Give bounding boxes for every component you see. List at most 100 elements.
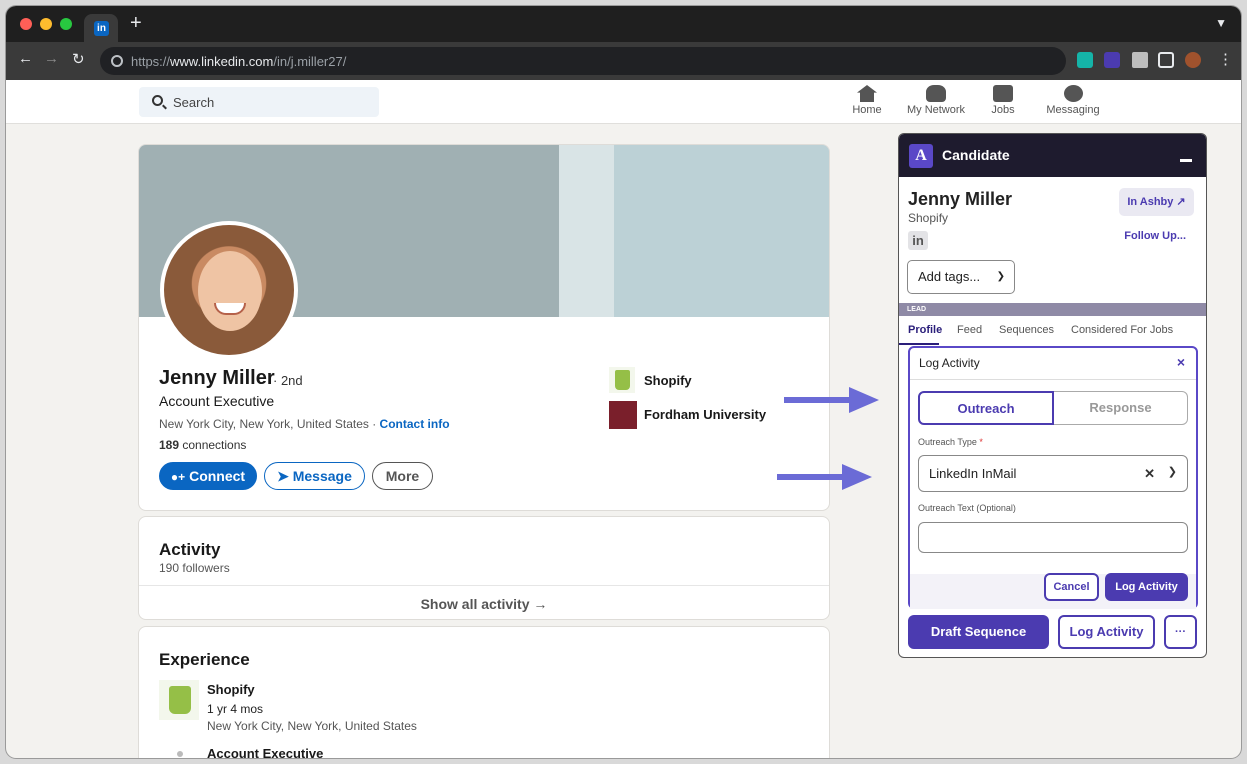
show-all-activity-link[interactable]: Show all activity →: [139, 596, 829, 612]
close-icon[interactable]: ×: [1177, 354, 1185, 370]
nav-home-label: Home: [852, 104, 882, 116]
linkedin-header: Search Home My Network Jobs Messaging: [6, 80, 1241, 124]
chevron-down-icon: ❯: [996, 271, 1005, 282]
minimize-window-button[interactable]: [40, 18, 52, 30]
tab-profile[interactable]: Profile: [908, 324, 942, 336]
timeline-dot: [177, 751, 183, 757]
connections-count[interactable]: 189 connections: [159, 438, 246, 452]
contact-info-link[interactable]: Contact info: [380, 417, 450, 431]
browser-window: in + ▼ ← → ↻ https://www.linkedin.com/in…: [6, 6, 1241, 758]
profile-avatar-icon[interactable]: [1185, 52, 1201, 68]
experience-card: Experience Shopify 1 yr 4 mos New York C…: [138, 626, 830, 758]
log-activity-title: Log Activity: [919, 356, 980, 370]
nav-my-network[interactable]: My Network: [903, 85, 969, 116]
ashby-panel-title: Candidate: [942, 147, 1010, 163]
in-ashby-button[interactable]: In Ashby ↗: [1119, 188, 1194, 216]
tab-sequences[interactable]: Sequences: [999, 324, 1054, 336]
linkedin-badge-icon[interactable]: in: [908, 231, 928, 250]
tab-considered-for-jobs[interactable]: Considered For Jobs: [1071, 324, 1173, 336]
profile-location: New York City, New York, United States ·…: [159, 417, 450, 431]
tab-search-chevron-icon[interactable]: ▼: [1215, 16, 1227, 30]
site-info-icon[interactable]: [111, 55, 123, 67]
extensions-puzzle-icon[interactable]: [1132, 52, 1148, 68]
log-activity-submit-button[interactable]: Log Activity: [1105, 573, 1188, 601]
segment-response[interactable]: Response: [1054, 391, 1188, 425]
connection-degree: · 2nd: [273, 373, 303, 388]
jobs-briefcase-icon: [993, 85, 1013, 102]
profile-card: Jenny Miller · 2nd Account Executive New…: [138, 144, 830, 511]
banner-shape: [614, 145, 829, 317]
candidate-name: Jenny Miller: [908, 189, 1013, 209]
experience-role: Account Executive: [207, 746, 324, 758]
experience-company[interactable]: Shopify: [207, 682, 255, 697]
required-mark: *: [979, 437, 983, 447]
annotation-arrow-head-icon: [842, 464, 872, 490]
close-window-button[interactable]: [20, 18, 32, 30]
shopify-logo-icon: [159, 680, 199, 720]
search-input[interactable]: Search: [139, 87, 379, 117]
candidate-company: Shopify: [908, 211, 949, 225]
messaging-icon: [1063, 85, 1083, 102]
ashby-panel-header: A Candidate: [899, 134, 1206, 177]
outreach-type-select[interactable]: LinkedIn InMail ✕ ❯: [918, 455, 1188, 492]
side-panel-icon[interactable]: [1158, 52, 1174, 68]
nav-messaging-label: Messaging: [1046, 104, 1100, 116]
chevron-down-icon[interactable]: ❯: [1168, 455, 1177, 490]
experience-title: Experience: [159, 650, 250, 669]
nav-jobs-label: Jobs: [991, 104, 1015, 116]
form-footer: Cancel Log Activity: [910, 573, 1196, 609]
tab-feed[interactable]: Feed: [957, 324, 982, 336]
experience-location: New York City, New York, United States: [207, 719, 417, 733]
annotation-arrow-head-icon: [849, 387, 879, 413]
shopify-bag-shape: [615, 370, 630, 390]
profile-name: Jenny Miller: [159, 367, 275, 389]
browser-menu-icon[interactable]: ⋮: [1218, 50, 1233, 68]
new-tab-button[interactable]: +: [130, 12, 142, 35]
segment-outreach[interactable]: Outreach: [918, 391, 1054, 425]
banner-shape: [559, 145, 614, 317]
avatar-face: [198, 251, 262, 331]
nav-home[interactable]: Home: [849, 85, 885, 116]
tab-active-indicator: [899, 343, 939, 345]
tab-bar: in + ▼: [6, 6, 1241, 42]
annotation-arrow-shaft: [784, 397, 854, 403]
cancel-button[interactable]: Cancel: [1044, 573, 1099, 601]
activity-divider: [139, 585, 829, 586]
more-button[interactable]: More: [372, 462, 433, 490]
more-actions-button[interactable]: ···: [1164, 615, 1197, 649]
nav-jobs[interactable]: Jobs: [985, 85, 1021, 116]
activity-title: Activity: [159, 540, 221, 559]
nav-my-network-label: My Network: [906, 104, 966, 116]
message-button[interactable]: ➤ Message: [264, 462, 365, 490]
url-text: https://www.linkedin.com/in/j.miller27/: [131, 54, 347, 69]
fordham-logo-icon: [609, 401, 637, 429]
ashby-candidate-panel: A Candidate Jenny Miller Shopify in In A…: [898, 133, 1207, 658]
back-arrow-icon[interactable]: ←: [18, 50, 33, 67]
current-company[interactable]: Shopify: [644, 373, 692, 388]
connect-button[interactable]: ●+ Connect: [159, 462, 257, 490]
forward-arrow-icon[interactable]: →: [44, 50, 59, 67]
reload-icon[interactable]: ↻: [72, 50, 85, 68]
ashby-extension-icon[interactable]: [1104, 52, 1120, 68]
home-icon: [857, 85, 877, 102]
minimize-panel-icon[interactable]: [1180, 159, 1192, 162]
clear-selection-icon[interactable]: ✕: [1144, 456, 1155, 491]
experience-duration: 1 yr 4 mos: [207, 702, 264, 716]
nav-messaging[interactable]: Messaging: [1043, 85, 1103, 116]
avatar[interactable]: [160, 221, 298, 359]
draft-sequence-button[interactable]: Draft Sequence: [908, 615, 1049, 649]
log-activity-button[interactable]: Log Activity: [1058, 615, 1155, 649]
outreach-text-input[interactable]: [918, 522, 1188, 553]
shopify-bag-shape: [169, 686, 191, 714]
annotation-arrow-shaft: [777, 474, 847, 480]
shopify-logo-icon: [609, 367, 635, 393]
outreach-type-label: Outreach Type *: [918, 437, 983, 447]
browser-tab-linkedin[interactable]: in: [84, 14, 118, 42]
maximize-window-button[interactable]: [60, 18, 72, 30]
add-tags-dropdown[interactable]: Add tags... ❯: [907, 260, 1015, 294]
url-bar[interactable]: https://www.linkedin.com/in/j.miller27/: [100, 47, 1066, 75]
extension-teal-icon[interactable]: [1077, 52, 1093, 68]
follow-up-button[interactable]: Follow Up...: [1124, 230, 1186, 242]
education-school[interactable]: Fordham University: [644, 407, 766, 422]
address-toolbar: ← → ↻ https://www.linkedin.com/in/j.mill…: [6, 42, 1241, 80]
